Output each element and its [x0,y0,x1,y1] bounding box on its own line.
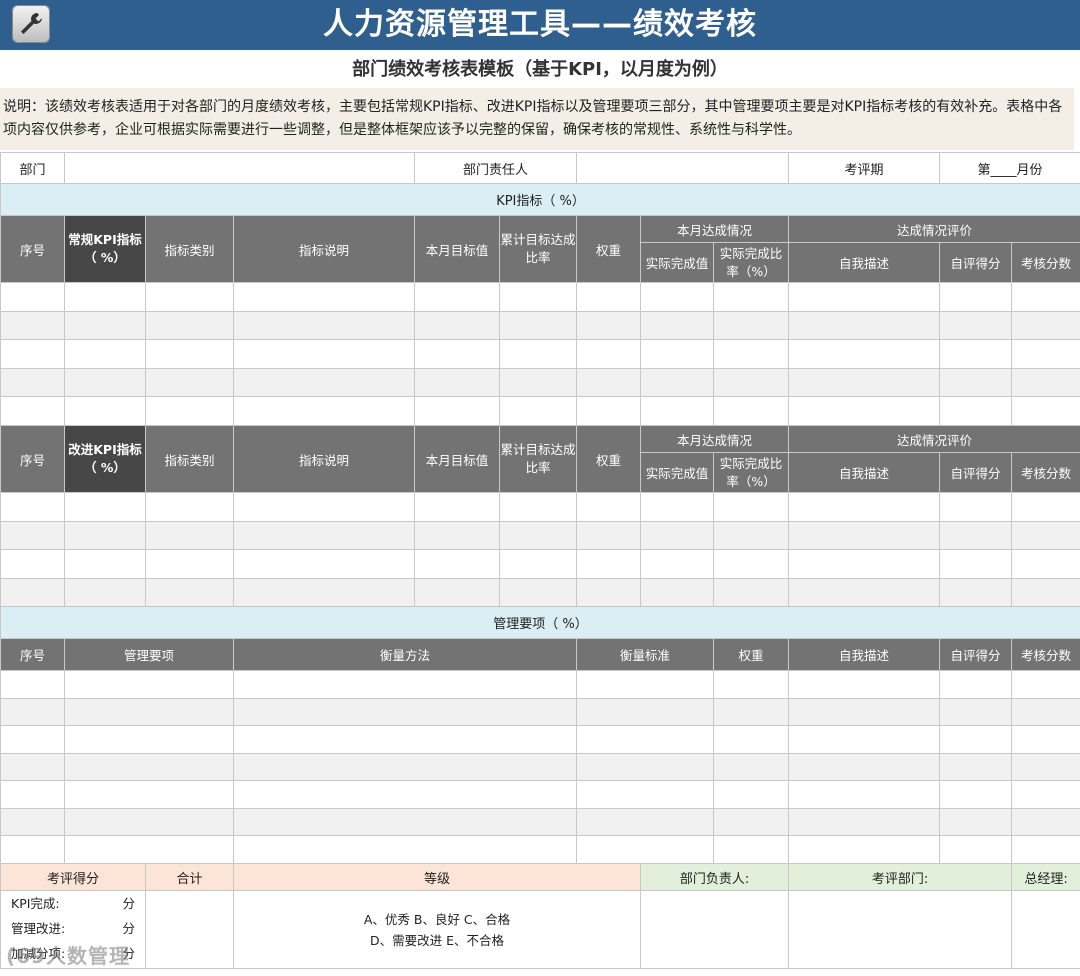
group-eval: 达成情况评价 [788,425,1080,453]
total-cell[interactable] [145,890,234,969]
footer-body: KPI完成: 分 管理改进: 分 加减分项: 分 A、优秀 B、良好 C、合格 D、需… [0,890,1080,969]
grade-cell[interactable]: A、优秀 B、良好 C、合格 D、需要改进 E、不合格 [232,890,642,969]
col-target: 本月目标值 [414,215,501,283]
col-review-score: 考核分数 [1011,638,1080,671]
table-row[interactable] [0,725,1080,754]
total-label: 合计 [145,863,234,891]
table-row[interactable] [0,698,1080,726]
col-cumulative: 累计目标达成比率 [499,215,578,283]
kpi-section-title: KPI指标（ %） [0,183,1080,216]
grade-line-1: A、优秀 B、良好 C、合格 [363,911,511,927]
mgmt-section-header: 管理要项（ %） [0,606,1080,639]
col-seq: 序号 [0,215,65,283]
dept-input[interactable] [63,152,416,184]
description-text: 说明：该绩效考核表适用于对各部门的月度绩效考核，主要包括常规KPI指标、改进KP… [0,88,1074,150]
group-achieve: 本月达成情况 [640,425,790,453]
table-row[interactable] [0,780,1080,809]
table-row[interactable] [0,835,1080,864]
col-self-desc: 自我描述 [788,452,941,493]
col-self-desc: 自我描述 [788,242,941,283]
grade-line-2: D、需要改进 E、不合格 [370,932,505,948]
table-row[interactable] [0,396,1080,426]
col-actual-rate: 实际完成比率（%） [713,452,790,493]
col-seq: 序号 [0,638,65,671]
col-standard: 衡量标准 [576,638,715,671]
regular-kpi-header: 序号 常规KPI指标（ %） 指标类别 指标说明 本月目标值 累计目标达成比率 … [0,215,1080,283]
kpi-section-header: KPI指标（ %） [0,183,1080,216]
page-subtitle: 部门绩效考核表模板（基于KPI，以月度为例） [352,59,728,80]
mgmt-section-title: 管理要项（ %） [0,606,1080,639]
col-self-score: 自评得分 [939,242,1013,283]
kpi-form-table: 部门 部门责任人 考评期 第____月份 KPI指标（ %） 序号 常规KPI指… [0,152,1080,969]
col-weight: 权重 [576,425,642,493]
col-cumulative: 累计目标达成比率 [499,425,578,493]
score-label: 考评得分 [0,863,146,891]
kpi-done-line[interactable]: KPI完成: 分 [2,892,145,917]
table-row[interactable] [0,549,1080,579]
dept-head-sign[interactable] [640,890,790,969]
manager-input[interactable] [576,152,790,184]
col-actual-rate: 实际完成比率（%） [713,242,790,283]
table-row[interactable] [0,282,1080,312]
page-title: 人力资源管理工具——绩效考核 [323,7,757,42]
col-type: 指标类别 [145,425,234,493]
col-type: 指标类别 [145,215,234,283]
col-self-score: 自评得分 [939,452,1013,493]
col-review-score: 考核分数 [1011,242,1080,283]
col-self-desc: 自我描述 [788,638,941,671]
col-desc: 指标说明 [232,215,416,283]
improve-kpi-header: 序号 改进KPI指标（ %） 指标类别 指标说明 本月目标值 累计目标达成比率 … [0,425,1080,493]
review-dept-sign[interactable] [788,890,1013,969]
col-weight: 权重 [713,638,790,671]
manager-label: 部门责任人 [414,152,578,184]
review-dept-label: 考评部门: [788,863,1013,891]
col-actual: 实际完成值 [640,452,715,493]
col-weight: 权重 [576,215,642,283]
table-row[interactable] [0,311,1080,340]
gm-label: 总经理: [1011,863,1080,891]
col-target: 本月目标值 [414,425,501,493]
mgmt-improve-line[interactable]: 管理改进: 分 [2,916,145,941]
period-input[interactable]: 第____月份 [939,152,1080,184]
footer-header: 考评得分 合计 等级 部门负责人: 考评部门: 总经理: [0,863,1080,891]
col-improve-kpi: 改进KPI指标（ %） [64,425,146,493]
col-mgmt-item: 管理要项 [64,638,234,671]
group-eval: 达成情况评价 [788,215,1080,243]
col-actual: 实际完成值 [640,242,715,283]
period-label: 考评期 [788,152,941,184]
col-review-score: 考核分数 [1011,452,1080,493]
gm-sign[interactable] [1011,890,1080,969]
table-row[interactable] [0,670,1080,699]
group-achieve: 本月达成情况 [640,215,790,243]
table-row[interactable] [0,753,1080,781]
dept-label: 部门 [0,152,65,184]
col-desc: 指标说明 [232,425,416,493]
table-row[interactable] [0,368,1080,397]
grade-label: 等级 [232,863,642,891]
watermark: (69人数管理 [6,944,130,968]
table-row[interactable] [0,808,1080,836]
info-row: 部门 部门责任人 考评期 第____月份 [0,152,1080,184]
mgmt-header: 序号 管理要项 衡量方法 衡量标准 权重 自我描述 自评得分 考核分数 [0,638,1080,671]
table-row[interactable] [0,339,1080,369]
col-seq: 序号 [0,425,65,493]
table-row[interactable] [0,492,1080,522]
col-self-score: 自评得分 [939,638,1013,671]
dept-head-label: 部门负责人: [640,863,790,891]
table-row[interactable] [0,521,1080,550]
title-bar: 人力资源管理工具——绩效考核 [0,0,1080,50]
col-regular-kpi: 常规KPI指标（ %） [64,215,146,283]
col-method: 衡量方法 [232,638,578,671]
table-row[interactable] [0,578,1080,607]
